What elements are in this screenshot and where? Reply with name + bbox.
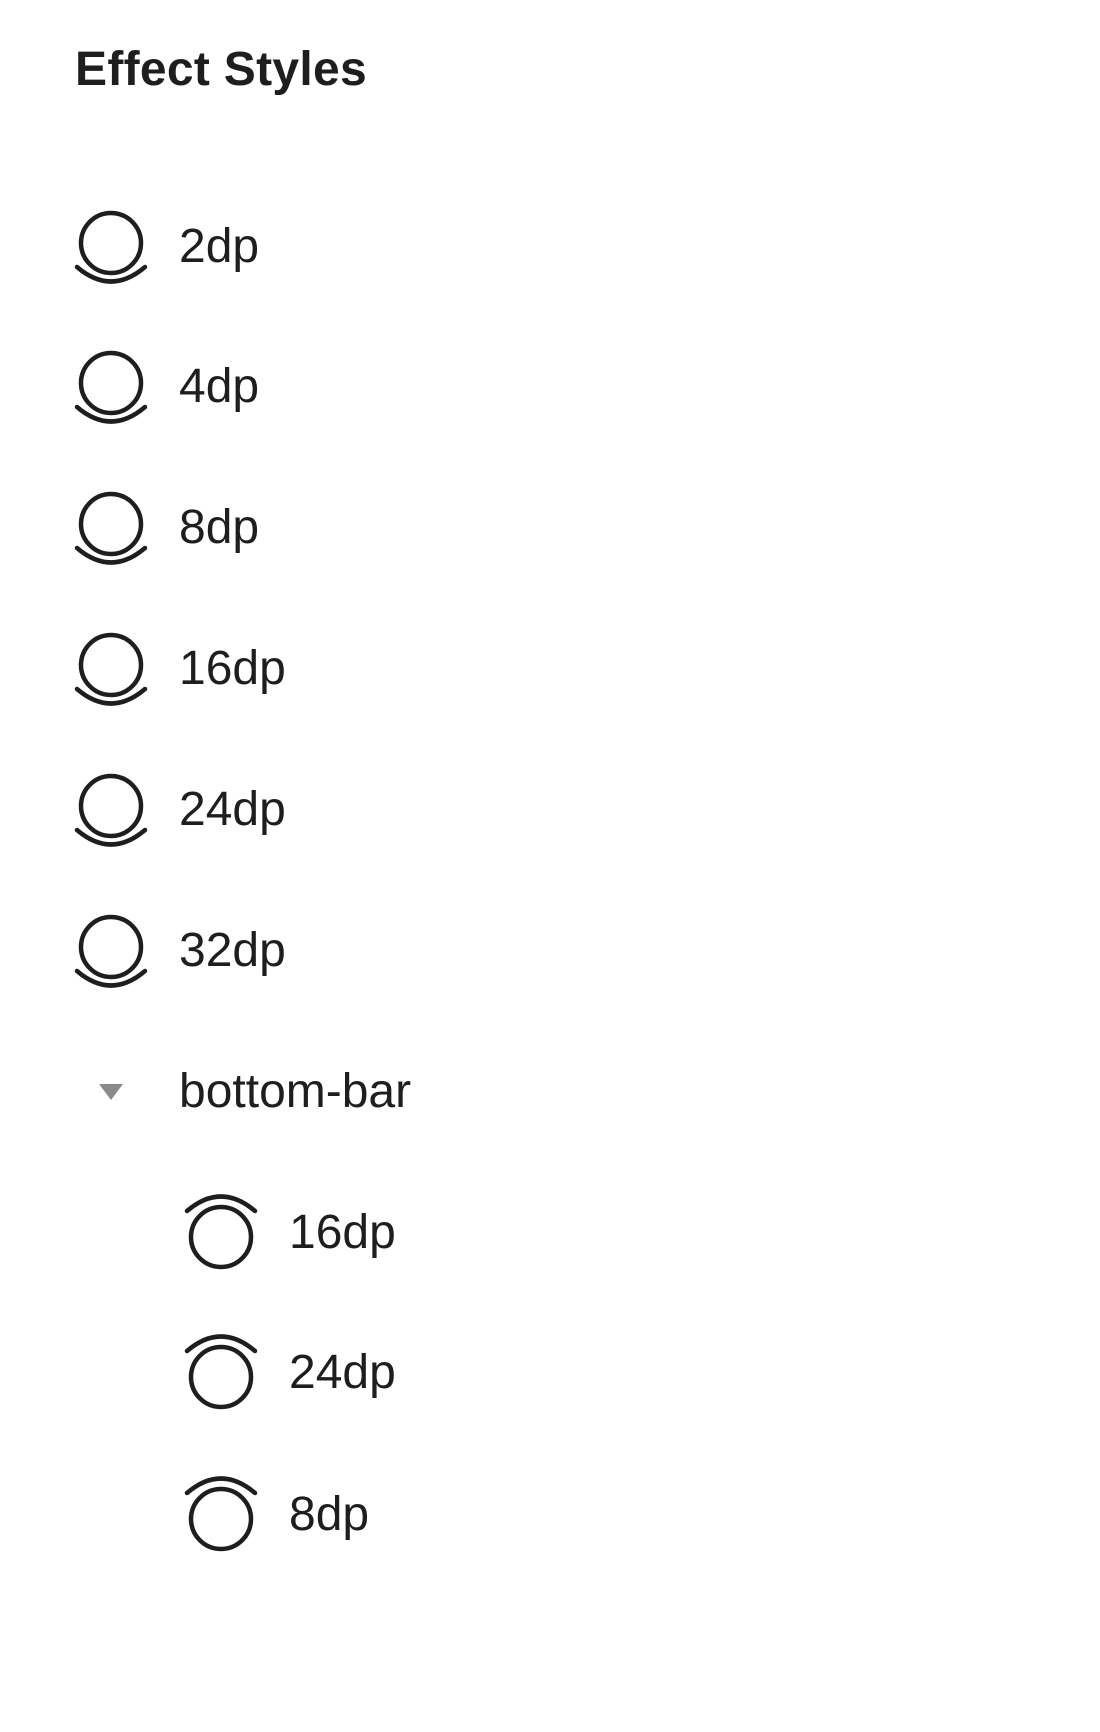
style-label: 8dp: [179, 501, 260, 554]
top-shadow-icon: [180, 1327, 262, 1419]
style-row-bottom-bar-8dp[interactable]: 8dp: [180, 1460, 369, 1570]
style-label: 4dp: [179, 360, 260, 413]
style-label: 24dp: [289, 1346, 396, 1399]
style-row-8dp[interactable]: 8dp: [70, 473, 259, 583]
drop-shadow-icon: [70, 201, 152, 293]
style-label: 24dp: [179, 783, 286, 836]
drop-shadow-icon: [70, 341, 152, 433]
style-row-bottom-bar-16dp[interactable]: 16dp: [180, 1178, 396, 1288]
caret-down-icon[interactable]: [70, 1046, 152, 1138]
folder-label: bottom-bar: [179, 1065, 412, 1118]
style-row-4dp[interactable]: 4dp: [70, 332, 259, 442]
style-label: 16dp: [179, 642, 286, 695]
style-label: 32dp: [179, 924, 286, 977]
style-row-32dp[interactable]: 32dp: [70, 896, 286, 1006]
drop-shadow-icon: [70, 623, 152, 715]
style-row-2dp[interactable]: 2dp: [70, 192, 259, 302]
folder-row-bottom-bar[interactable]: bottom-bar: [70, 1037, 411, 1147]
style-label: 8dp: [289, 1488, 370, 1541]
style-label: 2dp: [179, 220, 260, 273]
style-row-16dp[interactable]: 16dp: [70, 614, 286, 724]
top-shadow-icon: [180, 1469, 262, 1561]
top-shadow-icon: [180, 1187, 262, 1279]
style-row-24dp[interactable]: 24dp: [70, 755, 286, 865]
style-label: 16dp: [289, 1206, 396, 1259]
section-title: Effect Styles: [75, 43, 368, 96]
drop-shadow-icon: [70, 905, 152, 997]
drop-shadow-icon: [70, 482, 152, 574]
style-row-bottom-bar-24dp[interactable]: 24dp: [180, 1318, 396, 1428]
effect-styles-panel: Effect Styles 2dp 4dp 8dp 16dp 24dp 32dp…: [0, 0, 1100, 1732]
drop-shadow-icon: [70, 764, 152, 856]
